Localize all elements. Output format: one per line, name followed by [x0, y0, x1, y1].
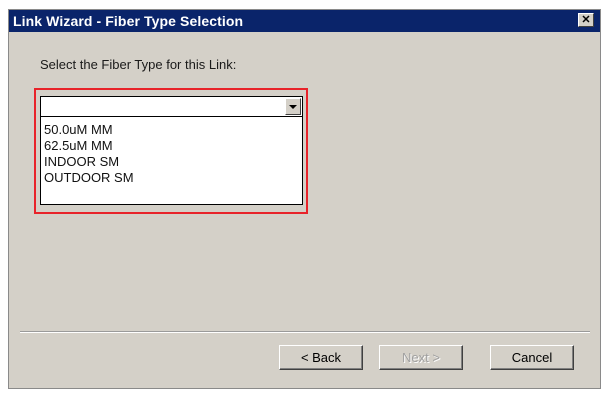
button-separator	[20, 331, 590, 333]
cancel-button[interactable]: Cancel	[490, 345, 574, 370]
fiber-type-dropdown-list: 50.0uM MM 62.5uM MM INDOOR SM OUTDOOR SM	[40, 117, 303, 205]
fiber-type-prompt: Select the Fiber Type for this Link:	[40, 57, 237, 72]
option-62-5um-mm[interactable]: 62.5uM MM	[41, 138, 302, 154]
option-50um-mm[interactable]: 50.0uM MM	[41, 122, 302, 138]
title-bar: Link Wizard - Fiber Type Selection ✕	[9, 10, 600, 32]
back-button[interactable]: < Back	[279, 345, 363, 370]
option-outdoor-sm[interactable]: OUTDOOR SM	[41, 170, 302, 186]
chevron-down-icon[interactable]	[285, 98, 301, 115]
close-icon: ✕	[581, 14, 591, 26]
fiber-type-combobox[interactable]	[40, 96, 303, 117]
next-button[interactable]: Next >	[379, 345, 463, 370]
option-indoor-sm[interactable]: INDOOR SM	[41, 154, 302, 170]
window-title: Link Wizard - Fiber Type Selection	[13, 13, 244, 29]
close-button[interactable]: ✕	[578, 13, 594, 27]
